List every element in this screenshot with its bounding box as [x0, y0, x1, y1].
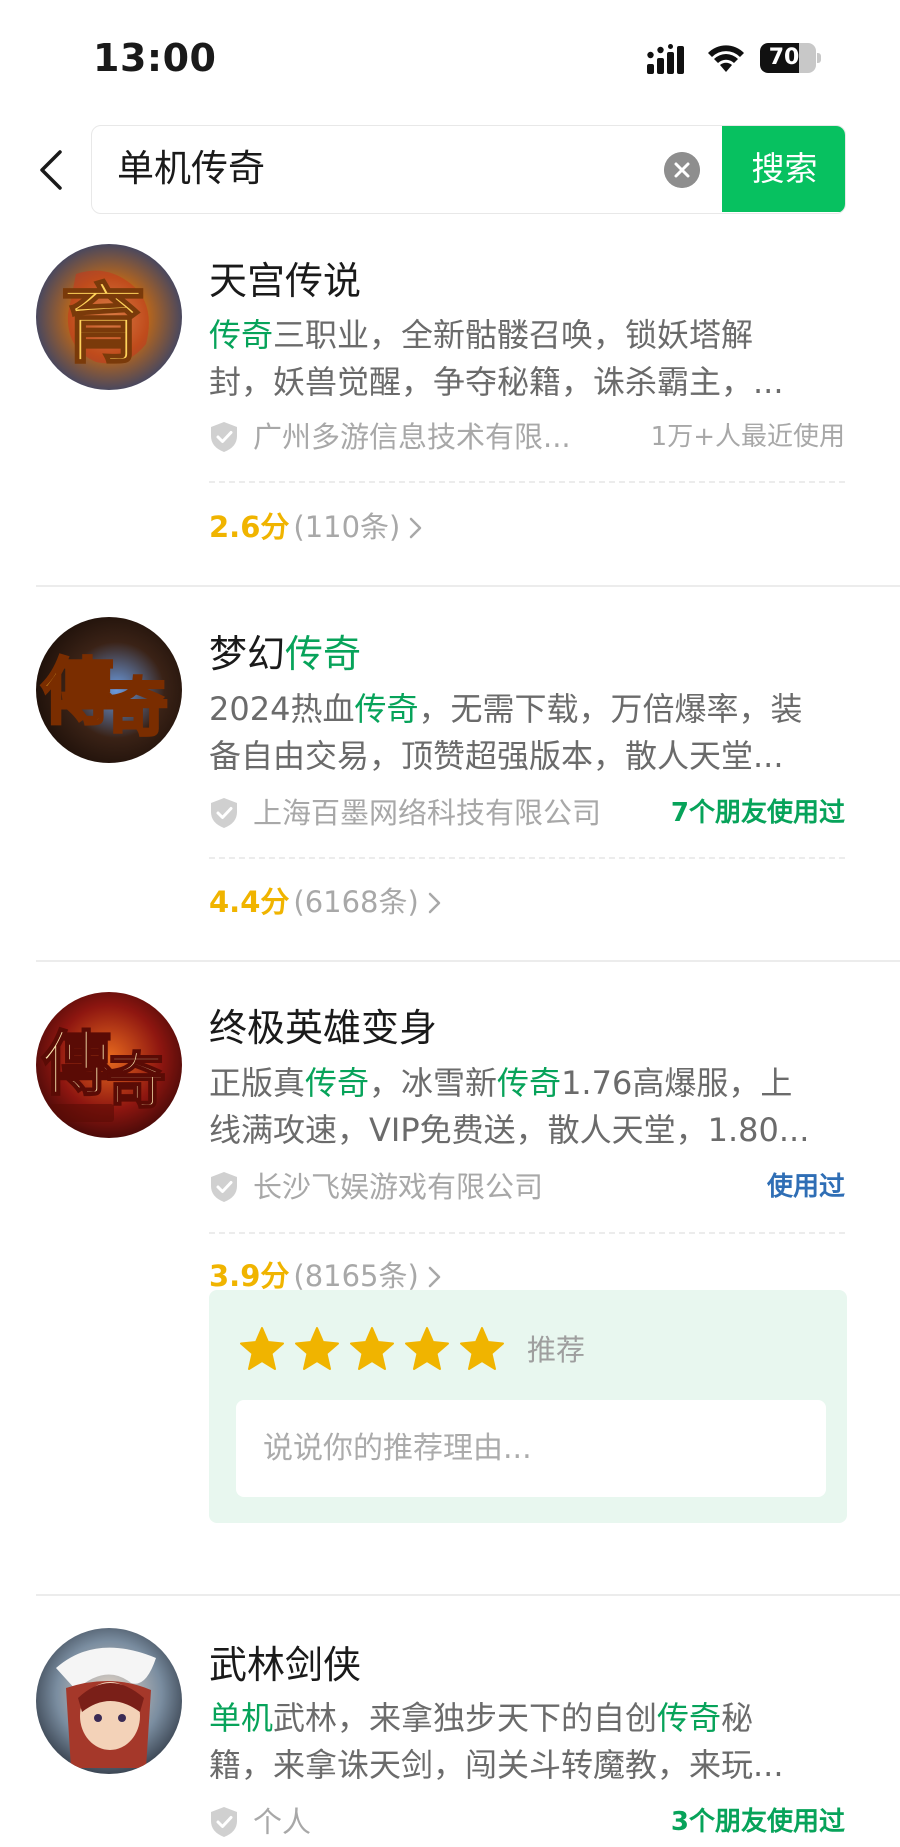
used-before: 使用过 [766, 1172, 845, 1202]
chevron-right-icon [410, 517, 422, 539]
rating-count: (110条) [293, 510, 401, 544]
search-input[interactable]: 单机传奇 [117, 126, 637, 212]
rating-count: (6168条) [293, 885, 419, 919]
developer-name: 上海百墨网络科技有限公司 [253, 796, 602, 830]
dashed-separator [209, 481, 845, 483]
recommend-reason-input[interactable] [236, 1400, 826, 1497]
developer-row: 长沙飞娱游戏有限公司 使用过 [209, 1167, 845, 1207]
rating-link[interactable]: 2.6分 (110条) [209, 504, 424, 548]
verified-shield-icon [211, 422, 237, 452]
developer-row: 广州多游信息技术有限... 1万+人最近使用 [209, 417, 845, 457]
developer-name: 个人 [253, 1805, 312, 1839]
verified-shield-icon [211, 1172, 237, 1202]
star-icon[interactable] [459, 1326, 505, 1372]
cellular-signal-icon [647, 44, 684, 74]
game-icon-menghuan: 傳 奇 [36, 617, 182, 763]
result-description: 2024热血传奇，无需下载，万倍爆率，装 备自由交易，顶赞超强版本，散人天堂..… [209, 690, 803, 775]
game-icon-tiangong: 育 [36, 244, 182, 390]
back-arrow-icon[interactable] [34, 148, 68, 192]
rating-score: 2.6分 [209, 510, 290, 544]
svg-text:傳: 傳 [41, 1022, 112, 1105]
rating-count: (8165条) [293, 1259, 419, 1293]
result-title[interactable]: 天宫传说 [209, 250, 361, 305]
clear-icon[interactable] [664, 152, 700, 188]
result-title[interactable]: 终极英雄变身 [209, 997, 437, 1052]
wifi-icon [708, 45, 744, 72]
star-icon[interactable] [404, 1326, 450, 1372]
result-description: 单机武林，来拿独步天下的自创传奇秘 籍，来拿诛天剑，闯关斗转魔教，来玩... [209, 1699, 784, 1784]
recommend-label: 推荐 [527, 1333, 586, 1367]
game-icon-zhongji: 傳 奇 [36, 992, 182, 1138]
result-title[interactable]: 武林剑侠 [209, 1634, 361, 1689]
developer-name: 长沙飞娱游戏有限公司 [253, 1170, 544, 1204]
rating-score: 3.9分 [209, 1259, 290, 1293]
svg-text:奇: 奇 [106, 1047, 166, 1117]
status-time: 13:00 [93, 36, 217, 80]
star-icon[interactable] [239, 1326, 285, 1372]
friends-used: 7个朋友使用过 [670, 798, 845, 828]
status-bar: 13:00 70 [0, 0, 900, 110]
rating-link[interactable]: 4.4分 (6168条) [209, 879, 443, 923]
developer-row: 上海百墨网络科技有限公司 7个朋友使用过 [209, 793, 845, 833]
usage-count: 1万+人最近使用 [650, 422, 845, 452]
battery-percent: 70 [768, 45, 800, 70]
chevron-right-icon [428, 1266, 441, 1288]
search-button[interactable]: 搜索 [722, 126, 845, 212]
dashed-separator [209, 1232, 845, 1234]
divider [36, 960, 900, 962]
divider [36, 585, 900, 587]
star-icon[interactable] [294, 1326, 340, 1372]
rating-score: 4.4分 [209, 885, 290, 919]
svg-text:育: 育 [60, 274, 146, 375]
search-box: 单机传奇 搜索 [91, 125, 846, 214]
star-rating[interactable] [239, 1326, 514, 1374]
developer-name: 广州多游信息技术有限... [253, 420, 571, 454]
recommend-panel: 推荐 [209, 1290, 847, 1523]
verified-shield-icon [211, 1807, 237, 1837]
divider [36, 1594, 900, 1596]
battery-icon: 70 [760, 43, 822, 73]
developer-row: 个人 3个朋友使用过 [209, 1802, 845, 1842]
star-icon[interactable] [349, 1326, 395, 1372]
result-title[interactable]: 梦幻传奇 [209, 623, 361, 678]
verified-shield-icon [211, 798, 237, 828]
svg-text:傳: 傳 [41, 649, 114, 734]
result-description: 传奇三职业，全新骷髅召唤，锁妖塔解 封，妖兽觉醒，争夺秘籍，诛杀霸主，... [209, 316, 784, 401]
result-description: 正版真传奇，冰雪新传奇1.76高爆服，上 线满攻速，VIP免费送，散人天堂，1.… [209, 1064, 810, 1149]
friends-used: 3个朋友使用过 [670, 1807, 845, 1837]
game-icon-wulin [36, 1628, 182, 1774]
dashed-separator [209, 857, 845, 859]
svg-text:奇: 奇 [106, 671, 168, 744]
chevron-right-icon [428, 892, 441, 914]
